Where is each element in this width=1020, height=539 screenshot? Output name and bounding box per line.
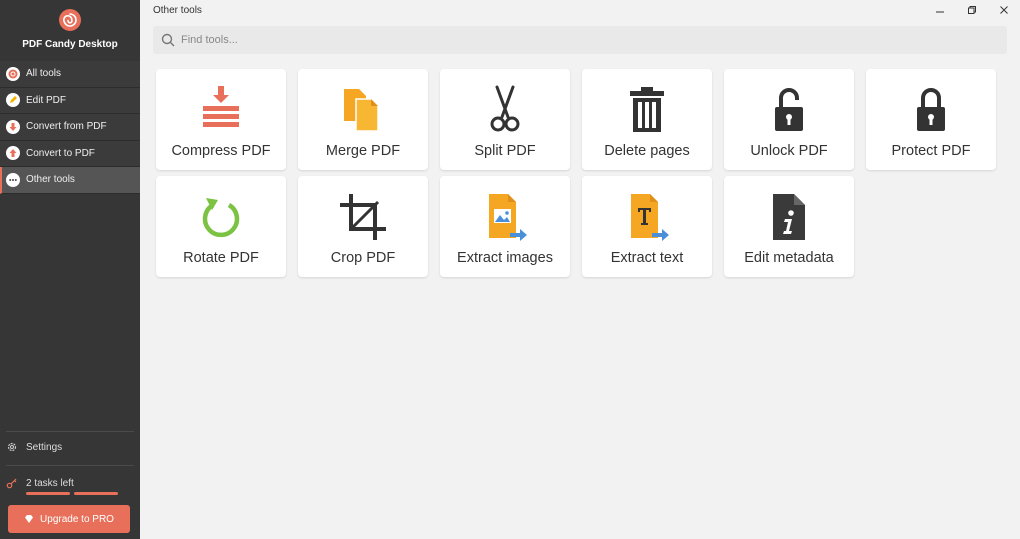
search-bar	[153, 26, 1007, 54]
tool-label: Edit metadata	[744, 250, 834, 266]
scissors-icon	[480, 85, 530, 135]
minimize-icon	[936, 11, 944, 13]
tool-card-edit-metadata[interactable]: Edit metadata	[724, 176, 854, 277]
tool-label: Protect PDF	[891, 143, 971, 159]
arrow-up-icon	[6, 146, 20, 161]
upgrade-label: Upgrade to PRO	[40, 513, 114, 525]
tool-card-unlock-pdf[interactable]: Unlock PDF	[724, 69, 854, 170]
tasks-status: 2 tasks left	[6, 477, 74, 489]
gear-icon	[7, 442, 17, 452]
tool-card-crop-pdf[interactable]: Crop PDF	[298, 176, 428, 277]
close-icon	[1000, 6, 1008, 14]
candy-icon	[6, 66, 20, 81]
rotate-icon	[196, 192, 246, 242]
sidebar-item-all-tools[interactable]: All tools	[0, 61, 140, 88]
sidebar-item-other-tools[interactable]: Other tools	[0, 167, 140, 194]
sidebar-item-convert-from-pdf[interactable]: Convert from PDF	[0, 114, 140, 141]
pencil-icon	[6, 93, 20, 108]
tasks-progress	[26, 492, 118, 495]
tool-card-compress-pdf[interactable]: Compress PDF	[156, 69, 286, 170]
sidebar-item-label: Edit PDF	[26, 94, 67, 106]
sidebar-item-edit-pdf[interactable]: Edit PDF	[0, 87, 140, 114]
sidebar: PDF Candy Desktop All tools Edit PDF Con…	[0, 0, 140, 539]
main-panel: Other tools Find tools... Compress PDF M…	[140, 0, 1020, 539]
pdf-candy-logo-icon	[59, 9, 81, 31]
minimize-button[interactable]	[924, 0, 956, 20]
tool-card-split-pdf[interactable]: Split PDF	[440, 69, 570, 170]
metadata-icon	[764, 192, 814, 242]
arrow-down-icon	[6, 119, 20, 134]
tool-label: Crop PDF	[330, 250, 396, 266]
tool-card-extract-text[interactable]: Extract text	[582, 176, 712, 277]
tool-label: Unlock PDF	[750, 143, 828, 159]
tool-card-rotate-pdf[interactable]: Rotate PDF	[156, 176, 286, 277]
restore-button[interactable]	[956, 0, 988, 20]
settings-button[interactable]: Settings	[6, 441, 134, 453]
extract-images-icon	[480, 192, 530, 242]
app-name: PDF Candy Desktop	[22, 39, 118, 50]
tool-label: Compress PDF	[171, 143, 271, 159]
page-title: Other tools	[153, 5, 202, 16]
upgrade-button[interactable]: Upgrade to PRO	[8, 505, 130, 533]
key-icon	[6, 478, 17, 489]
more-icon	[6, 172, 20, 187]
tool-label: Delete pages	[604, 143, 690, 159]
diamond-icon	[25, 515, 34, 523]
sidebar-item-label: Convert from PDF	[26, 121, 107, 133]
restore-icon	[968, 6, 976, 14]
task-bar	[26, 492, 70, 495]
compress-icon	[196, 85, 246, 135]
divider	[6, 431, 134, 432]
window-controls	[924, 0, 1020, 20]
tools-grid: Compress PDF Merge PDF Split PDF Delete …	[156, 69, 996, 277]
tool-card-extract-images[interactable]: Extract images	[440, 176, 570, 277]
lock-icon	[906, 85, 956, 135]
sidebar-item-convert-to-pdf[interactable]: Convert to PDF	[0, 140, 140, 167]
sidebar-nav: All tools Edit PDF Convert from PDF Conv…	[0, 61, 140, 194]
divider	[6, 465, 134, 466]
task-bar	[74, 492, 118, 495]
tool-label: Merge PDF	[325, 143, 401, 159]
tasks-left-label: 2 tasks left	[26, 477, 74, 489]
crop-icon	[338, 192, 388, 242]
trash-icon	[622, 85, 672, 135]
search-icon	[161, 33, 175, 47]
tool-card-protect-pdf[interactable]: Protect PDF	[866, 69, 996, 170]
settings-label: Settings	[26, 441, 63, 453]
tool-card-merge-pdf[interactable]: Merge PDF	[298, 69, 428, 170]
tool-label: Extract images	[457, 250, 553, 266]
tool-label: Rotate PDF	[183, 250, 259, 266]
search-input[interactable]	[181, 34, 981, 46]
tool-card-delete-pages[interactable]: Delete pages	[582, 69, 712, 170]
close-button[interactable]	[988, 0, 1020, 20]
sidebar-item-label: Convert to PDF	[26, 147, 95, 159]
merge-icon	[338, 85, 388, 135]
tool-label: Split PDF	[474, 143, 536, 159]
extract-text-icon	[622, 192, 672, 242]
sidebar-item-label: All tools	[26, 68, 62, 80]
sidebar-item-label: Other tools	[26, 174, 75, 186]
unlock-icon	[764, 85, 814, 135]
tool-label: Extract text	[610, 250, 684, 266]
